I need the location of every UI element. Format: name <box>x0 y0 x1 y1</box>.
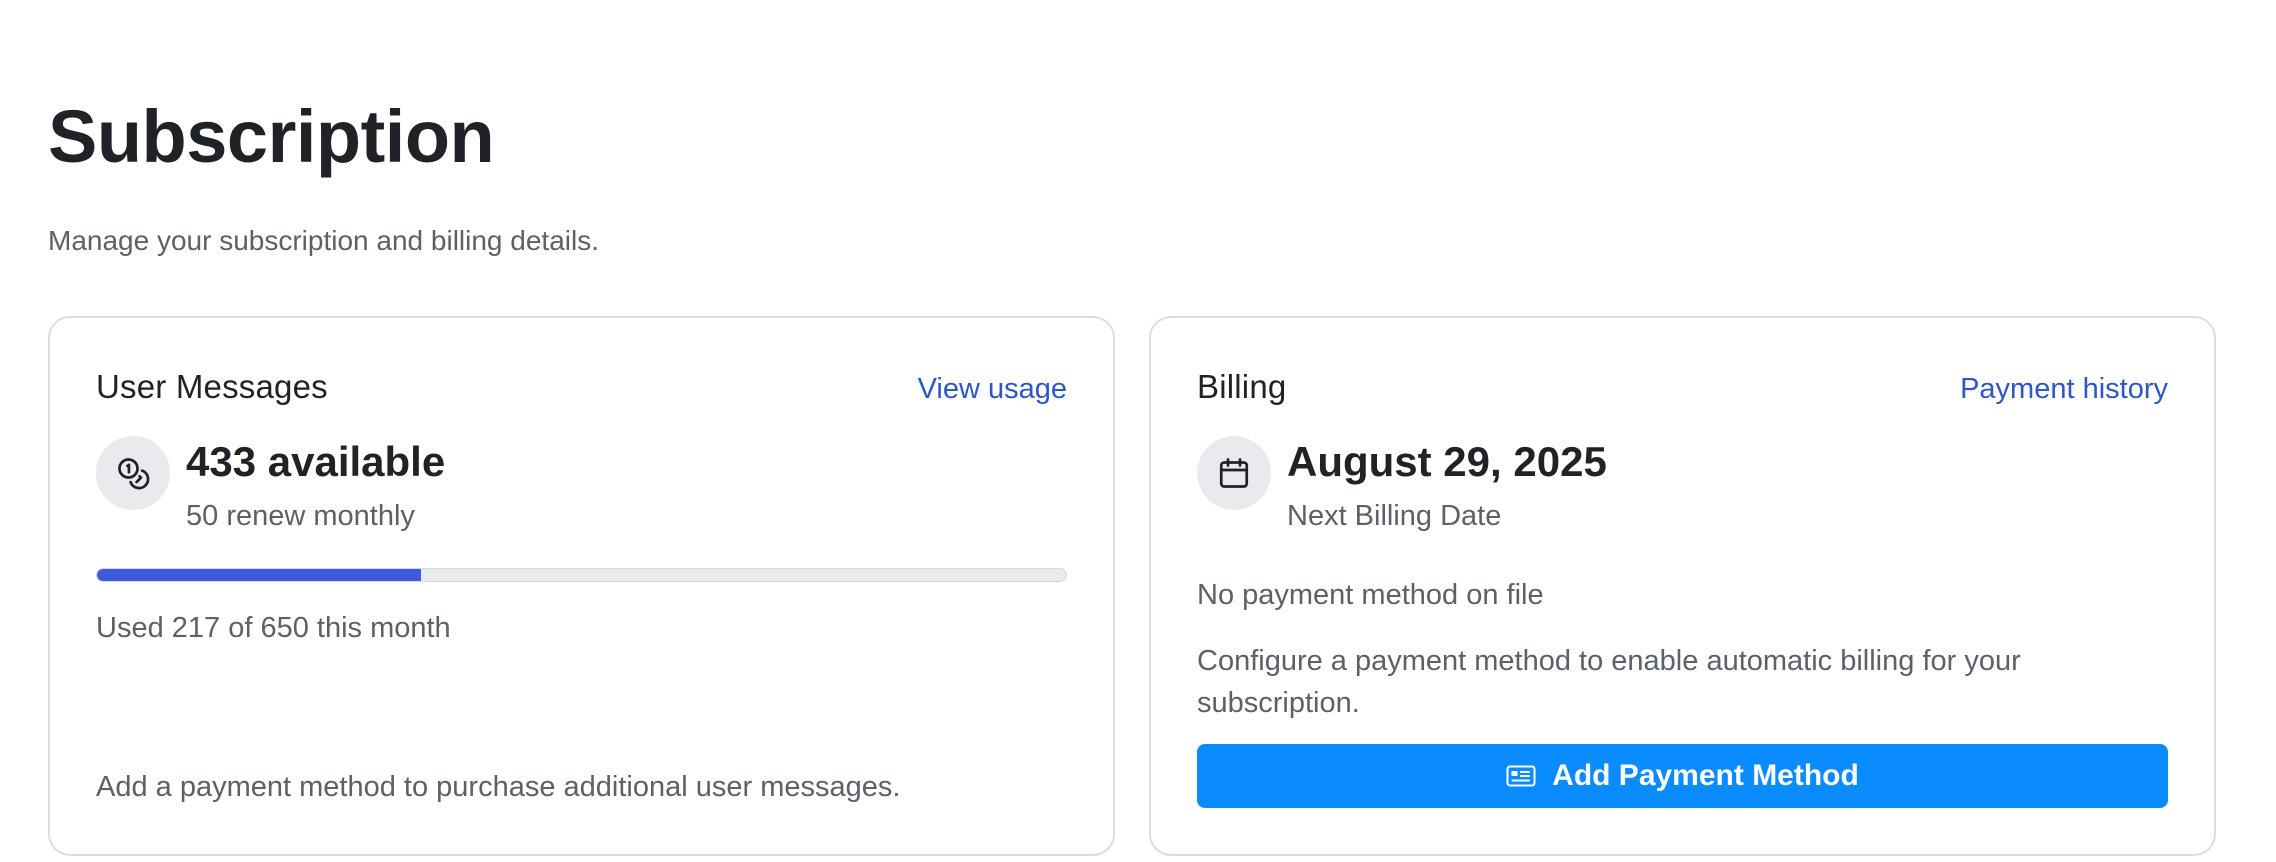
billing-card: Billing Payment history August 29, 2025 … <box>1149 316 2216 856</box>
coins-icon <box>96 436 170 510</box>
payment-hint: Configure a payment method to enable aut… <box>1197 645 2021 720</box>
calendar-icon <box>1197 436 1271 510</box>
card-title: Billing <box>1197 368 1287 405</box>
cards-row: User Messages View usage 433 available 5… <box>48 316 2216 856</box>
card-header: Billing Payment history <box>1197 368 2168 406</box>
next-billing-label: Next Billing Date <box>1287 500 1502 533</box>
view-usage-link[interactable]: View usage <box>918 373 1067 406</box>
payment-history-link[interactable]: Payment history <box>1960 373 2168 406</box>
subscription-page: Subscription Manage your subscription an… <box>0 0 2276 862</box>
page-title: Subscription <box>48 95 495 178</box>
page-subtitle: Manage your subscription and billing det… <box>48 225 599 256</box>
card-header: User Messages View usage <box>96 368 1067 406</box>
add-payment-method-label: Add Payment Method <box>1552 759 1859 792</box>
add-payment-method-button[interactable]: Add Payment Method <box>1197 744 2168 808</box>
messages-stat: 433 available 50 renew monthly <box>96 436 445 533</box>
payment-status: No payment method on file <box>1197 579 1544 611</box>
messages-renew: 50 renew monthly <box>186 500 415 533</box>
user-messages-card: User Messages View usage 433 available 5… <box>48 316 1115 856</box>
usage-progress-bar <box>96 568 1067 582</box>
next-billing-date: August 29, 2025 <box>1287 438 1607 485</box>
stat-text: August 29, 2025 Next Billing Date <box>1287 436 1607 533</box>
card-title: User Messages <box>96 368 328 405</box>
billing-stat: August 29, 2025 Next Billing Date <box>1197 436 1607 533</box>
purchase-note: Add a payment method to purchase additio… <box>96 771 901 803</box>
messages-available: 433 available <box>186 438 446 485</box>
usage-text: Used 217 of 650 this month <box>96 612 451 644</box>
stat-text: 433 available 50 renew monthly <box>186 436 445 533</box>
credit-card-icon <box>1506 765 1536 787</box>
usage-progress-fill <box>97 569 421 581</box>
